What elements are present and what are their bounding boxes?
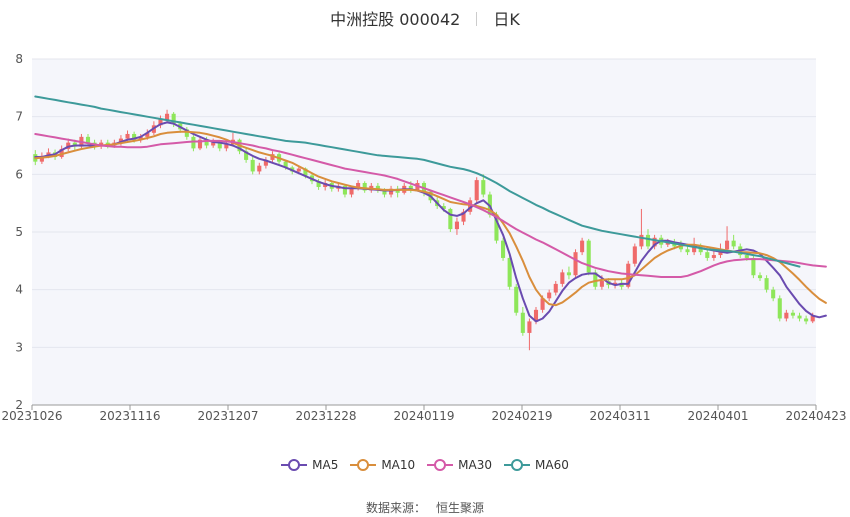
candle-body [731, 240, 736, 247]
x-tick-label: 20231228 [295, 409, 356, 423]
kline-chart: 234567820231026 20231116 20231207 20231228 2… [1, 52, 846, 423]
candle-body [296, 168, 301, 172]
candle-body [257, 165, 262, 172]
candle-body [520, 312, 525, 333]
y-tick-label: 6 [15, 167, 23, 181]
candle-body [448, 208, 453, 230]
candle-body [566, 272, 571, 276]
candle-body [784, 312, 789, 319]
y-tick-label: 7 [15, 110, 23, 124]
x-tick-label: 20231116 [99, 409, 160, 423]
candle-body [514, 286, 519, 313]
legend-label: MA60 [535, 458, 569, 472]
candle-body [481, 180, 486, 195]
candle-body [705, 252, 710, 258]
legend-marker-icon [504, 459, 531, 471]
candle-body [250, 159, 255, 172]
legend-item-ma60[interactable]: MA60 [504, 458, 569, 472]
y-tick-label: 3 [15, 340, 23, 354]
legend-label: MA30 [458, 458, 493, 472]
y-tick-label: 5 [15, 225, 23, 239]
legend-label: MA10 [381, 458, 416, 472]
candle-body [527, 321, 532, 333]
y-tick-label: 4 [15, 283, 23, 297]
chart-legend: MA5 MA10 MA30 MA60 [0, 458, 850, 475]
x-tick-label: 20240311 [589, 409, 650, 423]
candle-body [632, 246, 637, 264]
data-source: 数据来源： 恒生聚源 [0, 499, 850, 516]
candle-body [165, 113, 170, 120]
candle-body [711, 255, 716, 258]
x-tick-label: 20231207 [197, 409, 258, 423]
source-value: 恒生聚源 [436, 501, 485, 515]
x-tick-label: 20240401 [687, 409, 748, 423]
candle-body [599, 281, 604, 287]
candle-body [573, 252, 578, 276]
legend-item-ma5[interactable]: MA5 [281, 458, 338, 472]
candle-body [191, 136, 196, 149]
candle-body [804, 318, 809, 322]
x-tick-label: 20240219 [491, 409, 552, 423]
candle-body [685, 249, 690, 253]
legend-item-ma10[interactable]: MA10 [350, 458, 415, 472]
candle-body [645, 234, 651, 247]
legend-item-ma30[interactable]: MA30 [427, 458, 492, 472]
legend-marker-icon [350, 459, 377, 471]
candle-body [790, 312, 795, 316]
candle-body [751, 257, 756, 276]
candle-body [349, 188, 354, 195]
x-tick-label: 20231026 [1, 409, 62, 423]
candle-body [764, 278, 769, 290]
x-tick-label: 20240119 [393, 409, 454, 423]
candle-body [777, 298, 782, 319]
legend-marker-icon [281, 459, 308, 471]
candle-body [725, 240, 730, 250]
candle-body [454, 221, 459, 230]
candle-body [560, 272, 565, 284]
candle-body [586, 240, 591, 273]
candle-body [474, 180, 479, 201]
candle-body [757, 275, 763, 279]
candle-body [553, 283, 558, 293]
candle-body [547, 292, 552, 299]
candle-body [501, 240, 506, 258]
y-tick-label: 8 [15, 52, 23, 66]
candle-body [85, 136, 91, 143]
legend-label: MA5 [312, 458, 339, 472]
legend-marker-icon [427, 459, 454, 471]
x-tick-label: 20240423 [785, 409, 846, 423]
candle-body [771, 289, 776, 299]
source-label: 数据来源： [365, 501, 426, 515]
candle-body [797, 315, 802, 319]
candle-body [744, 255, 749, 258]
candle-body [125, 133, 130, 139]
candle-body [580, 240, 585, 253]
